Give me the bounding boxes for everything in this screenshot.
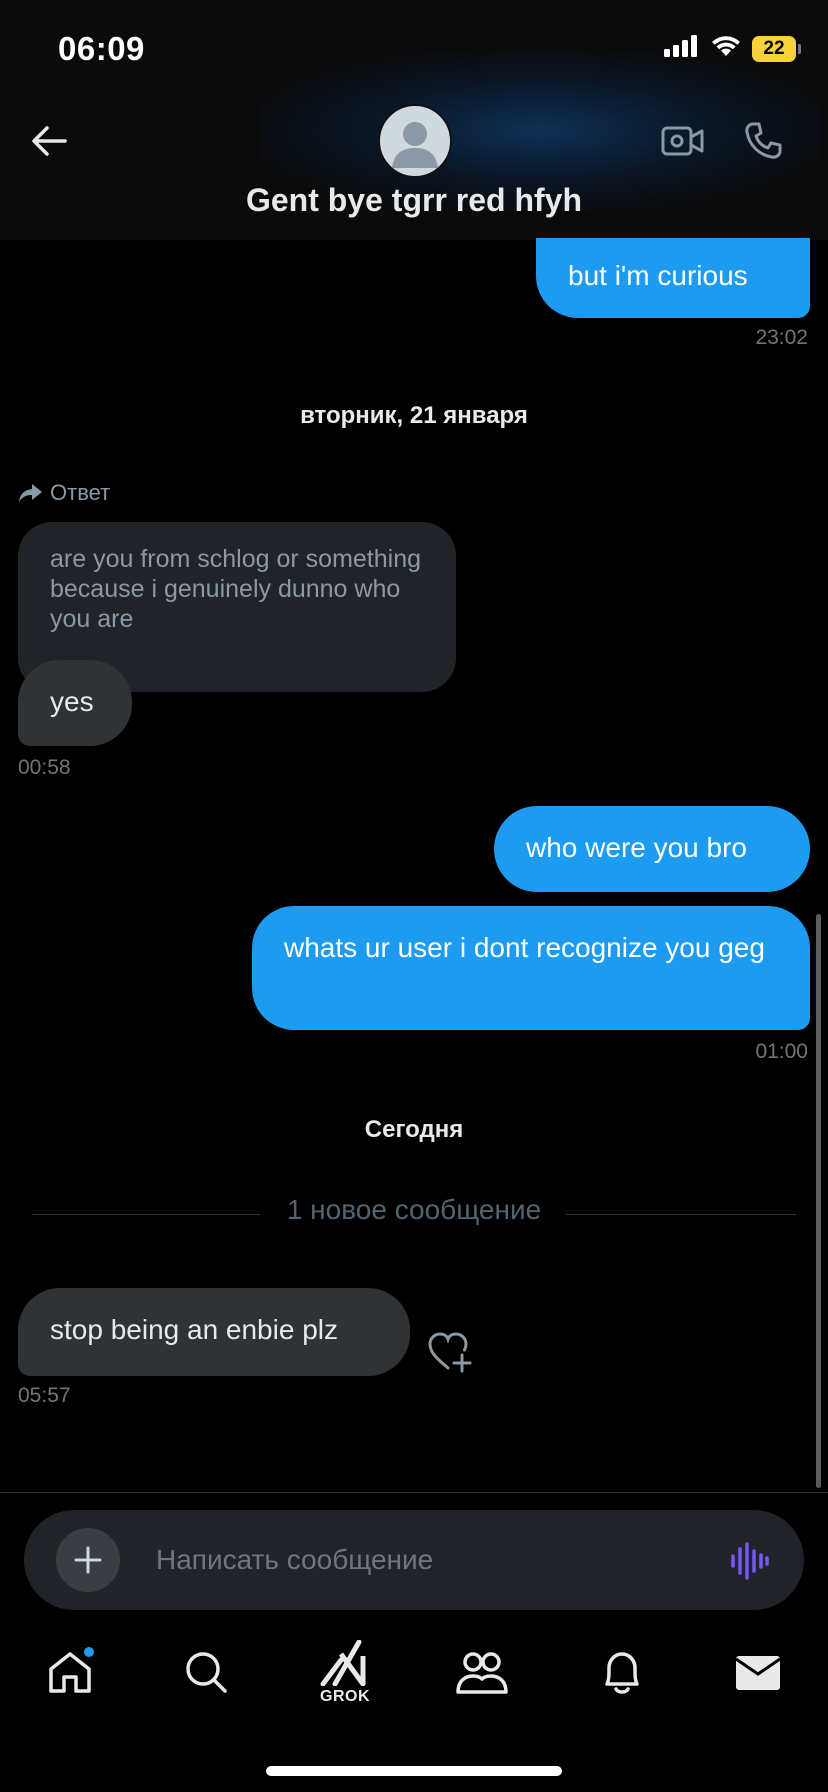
home-indicator — [266, 1766, 562, 1776]
bell-icon — [605, 1652, 639, 1694]
arrow-left-icon — [32, 126, 67, 156]
back-button[interactable] — [26, 118, 72, 164]
message-text: whats ur user i dont recognize you geg — [284, 932, 765, 963]
message-text: yes — [50, 686, 94, 717]
reply-arrow-icon — [19, 484, 42, 502]
envelope-icon — [735, 1656, 781, 1690]
tab-notifications[interactable] — [594, 1644, 650, 1700]
phone-icon — [745, 122, 782, 159]
audio-wave-icon — [731, 1542, 769, 1580]
people-icon — [456, 1652, 508, 1694]
reply-label-text: Ответ — [50, 480, 111, 505]
message-text: stop being an enbie plz — [50, 1314, 338, 1345]
scrollbar[interactable] — [816, 914, 821, 1488]
reply-label: Ответ — [18, 480, 110, 506]
message-bubble-outgoing[interactable]: but i'm curious — [536, 238, 810, 318]
composer-divider — [0, 1492, 828, 1493]
status-time: 06:09 — [58, 30, 145, 67]
video-camera-icon — [661, 126, 704, 156]
voice-message-button[interactable] — [724, 1536, 774, 1586]
message-text: but i'm curious — [568, 260, 748, 291]
message-bubble-outgoing[interactable]: whats ur user i dont recognize you geg — [252, 906, 810, 1030]
add-reaction-button[interactable] — [426, 1330, 474, 1374]
plus-icon — [74, 1546, 102, 1574]
tab-search[interactable] — [178, 1644, 234, 1700]
tab-messages[interactable] — [730, 1644, 786, 1700]
message-bubble-incoming[interactable]: stop being an enbie plz — [18, 1288, 410, 1376]
grok-icon — [320, 1640, 366, 1686]
tab-home[interactable] — [42, 1644, 98, 1700]
home-icon — [49, 1647, 94, 1693]
search-icon — [186, 1652, 227, 1693]
attach-button[interactable] — [56, 1528, 120, 1592]
message-bubble-incoming[interactable]: yes — [18, 660, 132, 746]
message-time: 23:02 — [755, 326, 808, 349]
video-call-button[interactable] — [660, 118, 706, 164]
conversation-title[interactable]: Gent bye tgrr red hfyh — [0, 182, 828, 219]
divider-line — [566, 1214, 796, 1215]
heart-plus-icon — [428, 1332, 472, 1373]
date-separator: вторник, 21 января — [300, 402, 528, 429]
status-icons: 22 — [664, 34, 801, 63]
date-separator: Сегодня — [364, 1116, 464, 1143]
message-time: 05:57 — [18, 1384, 71, 1407]
message-input[interactable] — [156, 1538, 716, 1582]
message-text: who were you bro — [526, 832, 748, 863]
quoted-message-text: are you from schlog or something because… — [50, 545, 422, 633]
grok-label: GROK — [320, 1688, 370, 1705]
message-bubble-outgoing[interactable]: who were you bro — [494, 806, 810, 892]
voice-call-button[interactable] — [740, 118, 786, 164]
message-time: 00:58 — [18, 756, 71, 779]
tab-grok[interactable]: GROK — [316, 1640, 374, 1712]
signal-icon — [664, 35, 700, 62]
avatar[interactable] — [378, 104, 452, 178]
battery-level: 22 — [763, 37, 785, 59]
tab-communities[interactable] — [454, 1644, 510, 1700]
new-messages-divider: 1 новое сообщение — [286, 1194, 542, 1225]
wifi-icon — [710, 34, 742, 63]
message-composer — [24, 1510, 804, 1610]
default-user-icon — [392, 122, 438, 168]
battery-icon: 22 — [752, 35, 801, 62]
message-time: 01:00 — [755, 1040, 808, 1063]
